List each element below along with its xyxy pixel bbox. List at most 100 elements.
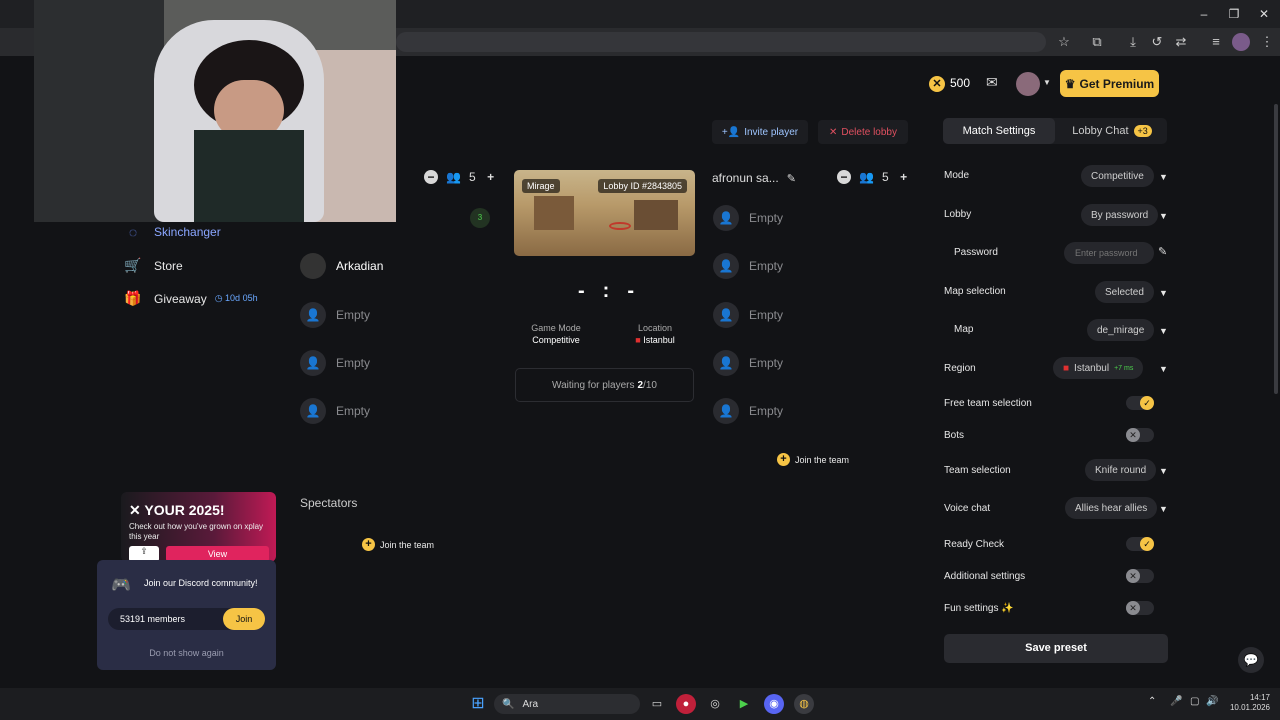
voice-chat-select[interactable]: Allies hear allies xyxy=(1065,497,1158,519)
team-right-header: afronun sa... ✎ xyxy=(712,171,796,185)
chevron-down-icon[interactable]: ▼ xyxy=(1043,78,1051,87)
avatar xyxy=(300,253,326,279)
password-label: Password xyxy=(954,247,998,258)
chevron-down-icon[interactable]: ▼ xyxy=(1159,288,1168,298)
tab-lobby-chat[interactable]: Lobby Chat +3 xyxy=(1062,118,1162,144)
fun-settings-toggle[interactable]: ✕ xyxy=(1126,601,1154,615)
turkey-flag-icon: ■ xyxy=(635,335,641,345)
team-left-slot[interactable]: 👤 Empty xyxy=(300,398,370,424)
app-icon[interactable]: ▶ xyxy=(734,694,754,714)
location-label: Location xyxy=(637,323,673,333)
browser-menu-icon[interactable]: ⋮ xyxy=(1258,33,1276,51)
sidebar-item-store[interactable]: 🛒 Store xyxy=(124,257,182,274)
plus-icon[interactable]: + xyxy=(484,170,498,184)
empty-user-icon: 👤 xyxy=(300,398,326,424)
sidebar-item-skinchanger[interactable]: ◌ Skinchanger xyxy=(124,224,221,240)
minimize-button[interactable]: – xyxy=(1194,5,1214,23)
team-right-slot[interactable]: 👤 Empty xyxy=(713,253,783,279)
history-icon[interactable]: ↺ xyxy=(1148,33,1166,51)
team-left-slot[interactable]: 👤 Empty xyxy=(300,302,370,328)
user-avatar[interactable] xyxy=(1016,72,1040,96)
additional-settings-label: Additional settings xyxy=(944,571,1026,582)
discord-icon: 🎮 xyxy=(111,577,131,594)
minus-icon[interactable]: − xyxy=(424,170,438,184)
chevron-down-icon[interactable]: ▼ xyxy=(1159,326,1168,336)
team-selection-select[interactable]: Knife round xyxy=(1085,459,1157,481)
reading-list-icon[interactable]: ≡ xyxy=(1207,33,1225,51)
chrome-taskbar-icon[interactable]: ◍ xyxy=(794,694,814,714)
app-icon[interactable]: ● xyxy=(676,694,696,714)
windows-start-icon[interactable]: ⊞ xyxy=(468,694,488,714)
discord-dismiss-link[interactable]: Do not show again xyxy=(97,648,276,658)
discord-members-bar: 53191 members Join xyxy=(108,608,265,630)
team-right-slot[interactable]: 👤 Empty xyxy=(713,398,783,424)
spectators-join-button[interactable]: + Join the team xyxy=(362,538,434,551)
network-icon[interactable]: ▢ xyxy=(1190,696,1199,707)
mode-select[interactable]: Competitive xyxy=(1081,165,1154,187)
cart-icon: 🛒 xyxy=(124,257,142,273)
plus-icon[interactable]: + xyxy=(897,170,911,184)
team-left-slot[interactable]: 👤 Empty xyxy=(300,350,370,376)
chevron-down-icon[interactable]: ▼ xyxy=(1159,364,1168,374)
empty-user-icon: 👤 xyxy=(713,205,739,231)
turkey-flag-icon: ■ xyxy=(1063,362,1070,374)
join-label: Join the team xyxy=(795,454,850,465)
minus-icon[interactable]: − xyxy=(837,170,851,184)
inbox-icon[interactable]: ✉ xyxy=(986,74,998,91)
team-left-size: 5 xyxy=(468,170,476,184)
map-selection-select[interactable]: Selected xyxy=(1095,281,1154,303)
downloads-icon[interactable]: ⤓ xyxy=(1124,33,1142,51)
profile-avatar[interactable] xyxy=(1232,33,1250,51)
team-right-join-button[interactable]: + Join the team xyxy=(777,453,849,466)
chevron-down-icon[interactable]: ▼ xyxy=(1159,504,1168,514)
crate-shape xyxy=(534,196,574,230)
delete-lobby-button[interactable]: ✕ Delete lobby xyxy=(818,120,908,144)
region-select[interactable]: ■ Istanbul +7 ms xyxy=(1053,357,1144,379)
close-window-button[interactable]: ✕ xyxy=(1254,5,1274,23)
check-icon: ✓ xyxy=(1140,537,1154,551)
team-selection-label: Team selection xyxy=(944,465,1011,476)
bookmark-star-icon[interactable]: ☆ xyxy=(1055,33,1073,51)
scrollbar[interactable] xyxy=(1274,104,1278,394)
clock-time: 14:17 xyxy=(1249,693,1270,702)
maximize-button[interactable]: ❐ xyxy=(1224,5,1244,23)
chevron-down-icon[interactable]: ▼ xyxy=(1159,211,1168,221)
sidebar-item-giveaway[interactable]: 🎁 Giveaway ◷ 10d 05h xyxy=(124,290,257,307)
invite-player-button[interactable]: +👤 Invite player xyxy=(712,120,808,144)
lobby-select[interactable]: By password xyxy=(1081,204,1159,226)
password-input[interactable] xyxy=(1064,242,1154,264)
map-select[interactable]: de_mirage xyxy=(1087,319,1155,341)
translate-icon[interactable]: ⇄ xyxy=(1172,33,1190,51)
chevron-down-icon[interactable]: ▼ xyxy=(1159,466,1168,476)
fun-settings-label: Fun settings ✨ xyxy=(944,603,1014,614)
save-preset-button[interactable]: Save preset xyxy=(944,634,1168,663)
bots-toggle[interactable]: ✕ xyxy=(1126,428,1154,442)
team-left-slot[interactable]: Arkadian xyxy=(300,253,383,279)
task-view-icon[interactable]: ▭ xyxy=(647,694,667,714)
edit-icon[interactable]: ✎ xyxy=(1158,245,1167,258)
edit-icon[interactable]: ✎ xyxy=(787,172,796,185)
team-right-slot[interactable]: 👤 Empty xyxy=(713,350,783,376)
address-bar[interactable] xyxy=(396,32,1046,52)
discord-card: 🎮 Join our Discord community! 53191 memb… xyxy=(97,560,276,670)
additional-settings-toggle[interactable]: ✕ xyxy=(1126,569,1154,583)
taskbar-search[interactable]: 🔍 Ara xyxy=(494,694,640,714)
game-mode-info: Game Mode Competitive xyxy=(520,323,592,345)
ready-check-toggle[interactable]: ✓ xyxy=(1126,537,1154,551)
tray-chevron-icon[interactable]: ⌃ xyxy=(1148,696,1156,707)
support-chat-icon[interactable]: 💬 xyxy=(1238,647,1264,673)
get-premium-button[interactable]: ♛ Get Premium xyxy=(1060,70,1159,97)
app-icon[interactable]: ◎ xyxy=(705,694,725,714)
clock[interactable]: 14:17 10.01.2026 xyxy=(1226,693,1270,713)
add-user-icon: +👤 xyxy=(721,126,741,138)
team-right-slot[interactable]: 👤 Empty xyxy=(713,205,783,231)
discord-join-button[interactable]: Join xyxy=(223,608,265,630)
free-team-toggle[interactable]: ✓ xyxy=(1126,396,1154,410)
tab-match-settings[interactable]: Match Settings xyxy=(943,118,1055,144)
microphone-icon[interactable]: 🎤 xyxy=(1170,696,1182,707)
team-right-slot[interactable]: 👤 Empty xyxy=(713,302,783,328)
volume-icon[interactable]: 🔊 xyxy=(1206,696,1218,707)
discord-taskbar-icon[interactable]: ◉ xyxy=(764,694,784,714)
extensions-icon[interactable]: ⧉ xyxy=(1088,33,1106,51)
chevron-down-icon[interactable]: ▼ xyxy=(1159,172,1168,182)
